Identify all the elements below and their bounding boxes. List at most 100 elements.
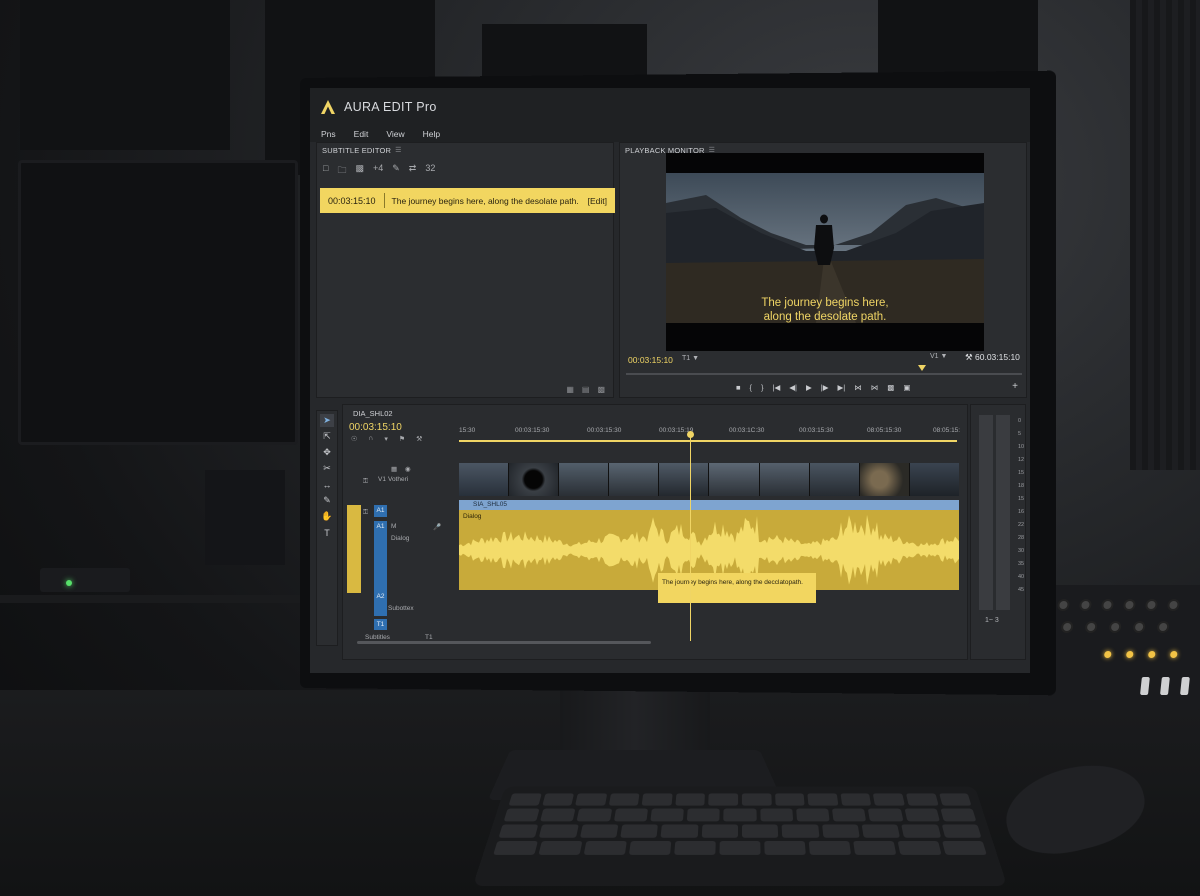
trash-icon[interactable]: ▩ — [597, 385, 605, 394]
subtitle-entry-row[interactable]: 00:03:15:10 The journey begins here, alo… — [320, 188, 615, 213]
keyboard — [472, 786, 1008, 887]
menu-item-edit[interactable]: Edit — [354, 129, 369, 139]
audio-track-name: Dialog — [391, 535, 410, 542]
marker-icon[interactable]: ▾ — [384, 435, 388, 443]
type-tool-icon[interactable]: T — [320, 526, 334, 539]
step-forward-icon[interactable]: |▶ — [821, 383, 829, 392]
track-selector-label: T1 — [682, 355, 691, 362]
clip-icon[interactable]: ▦ — [391, 465, 397, 473]
mixer-knob — [1144, 599, 1159, 611]
subtitle-clip[interactable]: The journey begins here, along the deccl… — [658, 573, 816, 603]
track-label-a1: A1 — [376, 523, 385, 530]
meter-scale-label: 5 — [1018, 431, 1022, 437]
lock-icon[interactable]: ⚿ — [363, 509, 368, 517]
panel-title: SUBTITLE EDITOR — [322, 145, 392, 155]
menu-item[interactable]: Pns — [321, 129, 336, 139]
subtitle-editor-panel: SUBTITLE EDITOR ☰ □ 🗀 ▩ +4 ✎ ⇄ 32 00:03:… — [316, 142, 615, 398]
clip-thumbnail — [559, 463, 609, 496]
panel-menu-icon[interactable]: ☰ — [395, 146, 401, 154]
trash-icon[interactable]: ▩ — [355, 163, 364, 179]
timeline-scrollbar[interactable] — [357, 641, 651, 644]
go-to-end-icon[interactable]: ▶| — [838, 383, 846, 392]
pen-tool-icon[interactable]: ✎ — [320, 494, 334, 507]
pen-icon[interactable]: ✎ — [392, 163, 400, 179]
duration-timecode: ⚒ 60.03:15:10 — [965, 352, 1020, 363]
selection-tool-icon[interactable]: ➤ — [320, 414, 334, 427]
track-a2[interactable]: A2 — [374, 591, 387, 616]
mic-icon[interactable]: 🎤 — [433, 523, 441, 531]
sort-icon[interactable]: 32 — [425, 163, 435, 179]
new-file-icon[interactable]: □ — [323, 163, 328, 179]
audio-clip-header[interactable]: SIA_SHL05 — [459, 500, 959, 510]
go-to-start-icon[interactable]: |◀ — [773, 383, 781, 392]
subtitles-track-name: Subtitles — [365, 634, 390, 641]
audio-meter-left — [979, 415, 993, 610]
insert-icon[interactable]: ⋈ — [854, 383, 862, 392]
overwrite-icon[interactable]: ⋈ — [871, 383, 879, 392]
panel-header: SUBTITLE EDITOR ☰ — [317, 143, 613, 157]
mixer-knob — [1108, 621, 1122, 633]
playback-scrubber[interactable] — [626, 373, 1022, 375]
meter-scale-label: 18 — [1018, 483, 1025, 489]
mark-out-icon[interactable]: } — [761, 383, 764, 392]
slip-tool-icon[interactable]: ↔ — [320, 478, 334, 491]
app-title: AURA EDIT Pro — [344, 100, 437, 114]
mute-icon[interactable]: M — [391, 523, 396, 530]
track-target-indicator[interactable] — [347, 505, 361, 593]
folder-icon[interactable]: ▦ — [566, 385, 574, 394]
razor-tool-icon[interactable]: ✂ — [320, 462, 334, 475]
play-icon[interactable]: ▶ — [806, 383, 812, 392]
audio-interface — [40, 568, 130, 592]
menu-item-view[interactable]: View — [386, 129, 404, 139]
mixer-knob — [1166, 599, 1181, 611]
shelf — [0, 595, 320, 603]
track-name-a2: Subottex — [388, 605, 414, 612]
flag-icon[interactable]: ⚑ — [399, 435, 405, 443]
meter-scale-label: 16 — [1018, 509, 1025, 515]
ripple-edit-icon[interactable]: ✥ — [320, 446, 334, 459]
secondary-monitor-stand — [205, 470, 285, 565]
wrench-icon[interactable]: ⚒ — [965, 352, 973, 362]
track-selector[interactable]: V1 ▼ — [930, 353, 947, 360]
shuffle-icon[interactable]: ⇄ — [409, 163, 417, 179]
track-selector[interactable]: T1 ▼ — [682, 355, 699, 362]
eye-icon[interactable]: ◉ — [405, 465, 411, 473]
video-preview[interactable]: The journey begins here, along the desol… — [666, 153, 984, 351]
meter-scale-label: 10 — [1018, 444, 1025, 450]
mark-in-icon[interactable]: { — [750, 383, 753, 392]
meter-scale-label: 15 — [1018, 470, 1025, 476]
list-icon[interactable]: ▤ — [582, 385, 590, 394]
lock-icon[interactable]: ⚿ — [363, 478, 368, 486]
time-ruler[interactable]: 15:30 00:03:15:30 00:03:15:30 00:03:15:1… — [459, 425, 963, 439]
video-clip-v1[interactable] — [459, 463, 959, 496]
track-a1-source[interactable]: A1 — [374, 505, 387, 517]
edit-button[interactable]: [Edit] — [588, 196, 615, 206]
folder-icon[interactable]: 🗀 — [337, 163, 346, 179]
menu-item-help[interactable]: Help — [423, 129, 440, 139]
hand-tool-icon[interactable]: ✋ — [320, 510, 334, 523]
stop-icon[interactable]: ■ — [736, 383, 741, 392]
duration-value: 60.03:15:10 — [975, 352, 1020, 362]
mixer-led — [1103, 651, 1112, 658]
meter-scale-label: 28 — [1018, 535, 1025, 541]
add-icon[interactable]: +4 — [373, 163, 383, 179]
track-select-icon[interactable]: ⇱ — [320, 430, 334, 443]
mixer-led — [1125, 651, 1134, 658]
link-icon[interactable]: ∩ — [368, 435, 373, 443]
work-area-bar[interactable] — [459, 440, 957, 442]
track-t1[interactable]: T1 — [374, 619, 387, 630]
camera-icon[interactable]: ▩ — [887, 383, 894, 392]
step-back-icon[interactable]: ◀| — [789, 383, 797, 392]
settings-icon[interactable]: ▣ — [903, 383, 910, 392]
clip-thumbnail — [759, 463, 809, 496]
mixer-led — [1147, 651, 1156, 658]
playhead-marker[interactable] — [918, 365, 926, 371]
snap-icon[interactable]: ☉ — [351, 435, 357, 443]
add-button-icon[interactable]: + — [1012, 381, 1018, 392]
timeline-playhead[interactable] — [690, 433, 691, 641]
wrench-icon[interactable]: ⚒ — [416, 435, 422, 443]
mixer-fader — [1160, 677, 1170, 695]
meter-scale-label: 30 — [1018, 548, 1025, 554]
timeline-timecode[interactable]: 00:03:15:10 — [349, 422, 402, 433]
timeline-toolbar: ☉ ∩ ▾ ⚑ ⚒ — [351, 435, 422, 443]
